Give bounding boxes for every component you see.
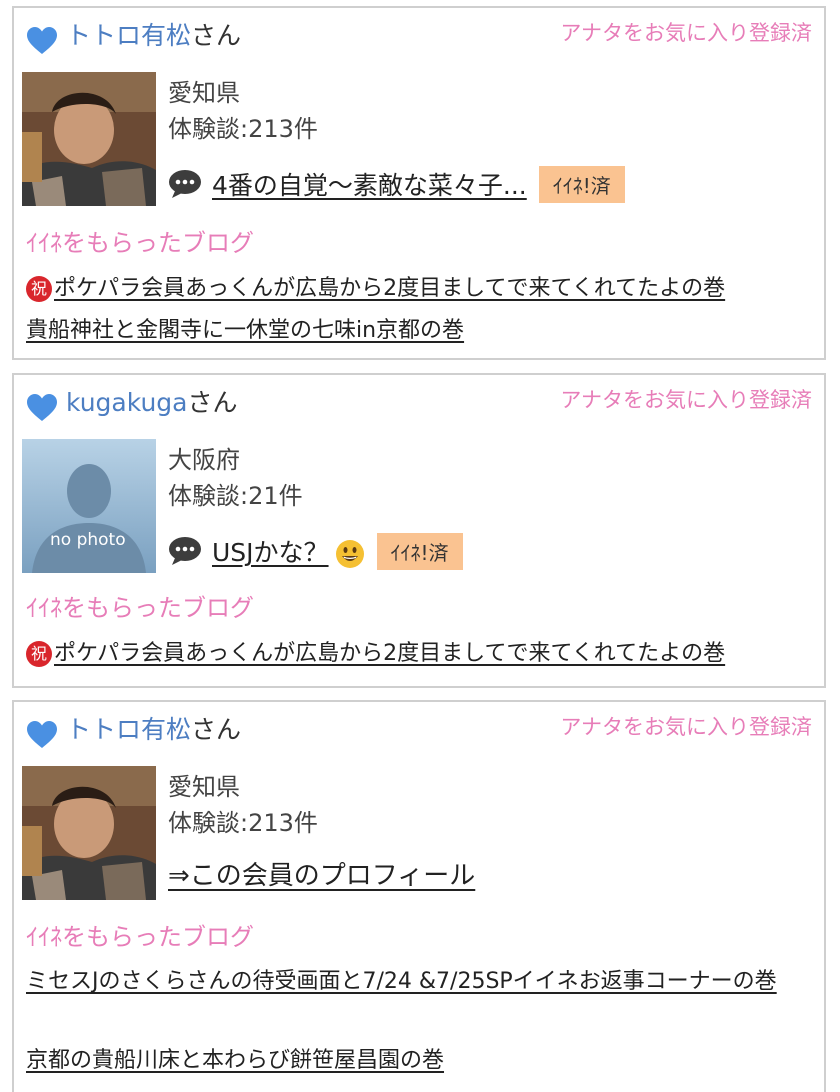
prefecture: 大阪府 (168, 446, 240, 474)
received-blog-link[interactable]: 祝ポケパラ会員あっくんが広島から2度目ましてで来てくれてたよの巻 (26, 637, 725, 671)
received-likes-heading: ｲｲﾈをもらったブログ (26, 594, 254, 622)
no-photo-text: no photo (50, 530, 126, 550)
received-blog-link[interactable]: 祝ポケパラ会員あっくんが広島から2度目ましてで来てくれてたよの巻 (26, 272, 725, 306)
blog-title-link[interactable]: USJかな？ (212, 533, 365, 569)
avatar[interactable] (22, 72, 156, 206)
username-link[interactable]: トトロ有松 (66, 715, 191, 744)
received-likes-heading: ｲｲﾈをもらったブログ (26, 229, 254, 257)
member-card: トトロ有松さん アナタをお気に入り登録済 愛知県 体験談:213件 ⇒この会員の… (12, 700, 826, 1092)
member-card: kugakugaさん アナタをお気に入り登録済 no photo 大阪府 体験談… (12, 373, 826, 688)
speech-bubble-icon (168, 536, 202, 566)
latest-blog: USJかな？ ｲｲﾈ!済 (168, 531, 463, 571)
no-photo-avatar[interactable]: no photo (22, 439, 156, 573)
profile-link[interactable]: ⇒この会員のプロフィール (168, 856, 475, 896)
honorific: さん (191, 21, 242, 50)
received-blog-link[interactable]: 貴船神社と金閣寺に一休堂の七味in京都の巻 (26, 314, 464, 348)
heart-icon[interactable] (26, 393, 58, 423)
member-name[interactable]: トトロ有松さん (66, 712, 241, 748)
liked-badge: ｲｲﾈ!済 (538, 165, 625, 203)
report-count: 体験談:213件 (168, 809, 318, 837)
heart-icon[interactable] (26, 26, 58, 56)
username-link[interactable]: kugakuga (66, 388, 187, 417)
received-blog-title: ポケパラ会員あっくんが広島から2度目ましてで来てくれてたよの巻 (54, 276, 726, 301)
report-count: 体験談:213件 (168, 115, 318, 143)
favorite-status: アナタをお気に入り登録済 (560, 388, 812, 412)
honorific: さん (187, 388, 238, 417)
received-likes-heading: ｲｲﾈをもらったブログ (26, 923, 254, 951)
honorific: さん (191, 715, 242, 744)
received-blog-link[interactable]: 京都の貴船川床と本わらび餅笹屋昌園の巻 (26, 1044, 444, 1078)
member-card: トトロ有松さん アナタをお気に入り登録済 愛知県 体験談:213件 4番の自覚〜… (12, 6, 826, 360)
speech-bubble-icon (168, 169, 202, 199)
celebrate-icon: 祝 (26, 641, 52, 667)
prefecture: 愛知県 (168, 773, 240, 801)
received-blog-title: ポケパラ会員あっくんが広島から2度目ましてで来てくれてたよの巻 (54, 641, 726, 666)
heart-icon[interactable] (26, 720, 58, 750)
latest-blog: 4番の自覚〜素敵な菜々子... ｲｲﾈ!済 (168, 164, 625, 204)
report-count: 体験談:21件 (168, 482, 303, 510)
blog-title-text: USJかな？ (212, 538, 329, 567)
grinning-face-icon (335, 540, 364, 568)
member-name[interactable]: kugakugaさん (66, 385, 238, 421)
prefecture: 愛知県 (168, 79, 240, 107)
avatar[interactable] (22, 766, 156, 900)
username-link[interactable]: トトロ有松 (66, 21, 191, 50)
received-blog-link[interactable]: ミセスJのさくらさんの待受画面と7/24 &7/25SPイイネお返事コーナーの巻 (26, 962, 806, 1002)
favorite-status: アナタをお気に入り登録済 (560, 715, 812, 739)
liked-badge: ｲｲﾈ!済 (376, 532, 463, 570)
celebrate-icon: 祝 (26, 276, 52, 302)
member-name[interactable]: トトロ有松さん (66, 18, 241, 54)
blog-title-link[interactable]: 4番の自覚〜素敵な菜々子... (212, 166, 527, 202)
favorite-status: アナタをお気に入り登録済 (560, 21, 812, 45)
